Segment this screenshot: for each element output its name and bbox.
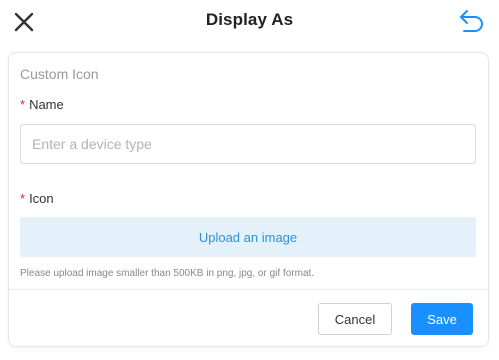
cancel-button[interactable]: Cancel — [318, 303, 392, 335]
icon-label: * Icon — [20, 191, 54, 206]
save-button[interactable]: Save — [411, 303, 473, 335]
custom-icon-card: Custom Icon *Name *Icon Upload an image … — [8, 52, 489, 347]
device-type-input[interactable] — [20, 124, 476, 164]
upload-hint: Please upload image smaller than 500KB i… — [20, 268, 315, 279]
undo-arrow-icon — [460, 10, 483, 32]
required-marker: * — [20, 191, 26, 206]
dialog-header: Display As — [0, 0, 499, 46]
name-label: * Name — [20, 97, 64, 112]
upload-image-button[interactable]: Upload an image — [20, 217, 476, 257]
page-title: Display As — [205, 10, 294, 29]
name-label-text: Name — [29, 97, 64, 112]
undo-button[interactable] — [457, 6, 487, 36]
display-as-dialog: Display As Custom Icon *Name *Icon Uploa… — [0, 0, 499, 360]
footer-divider — [9, 289, 488, 290]
icon-label-text: Icon — [29, 191, 54, 206]
required-marker: * — [20, 97, 26, 112]
section-title: Custom Icon — [20, 66, 99, 82]
